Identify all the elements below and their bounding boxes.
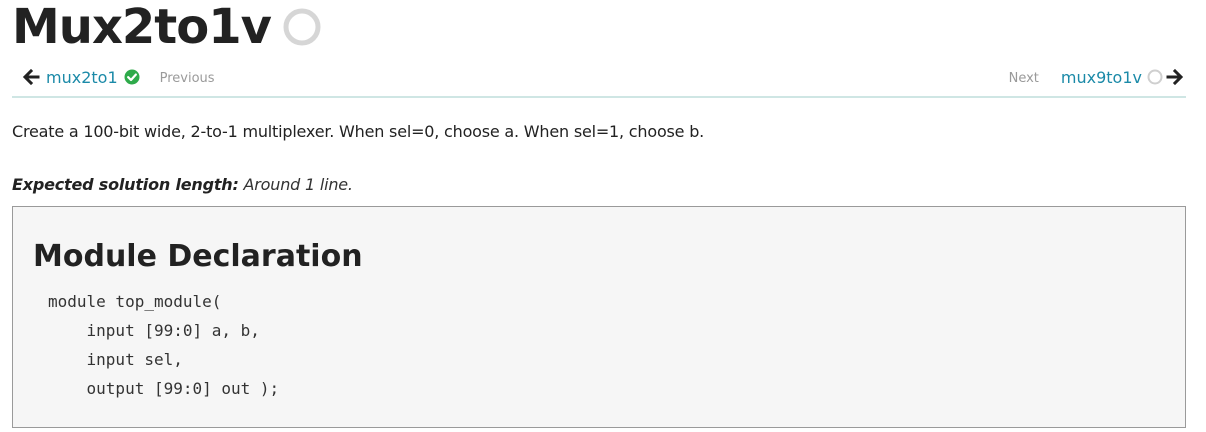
module-declaration-heading: Module Declaration	[33, 239, 363, 274]
problem-navigation: mux2to1 Previous Next mux9to1v	[12, 58, 1186, 98]
code-line: input sel,	[48, 350, 183, 369]
next-problem-link[interactable]: mux9to1v	[1061, 68, 1142, 87]
expected-value: Around 1 line.	[238, 175, 353, 194]
code-line: module top_module(	[48, 292, 222, 311]
module-code: module top_module( input [99:0] a, b, in…	[48, 287, 279, 403]
expected-label: Expected solution length:	[12, 175, 239, 194]
page-title: Mux2to1v	[12, 0, 272, 55]
next-hint: Next	[1008, 70, 1039, 86]
module-declaration-box: Module Declaration module top_module( in…	[12, 206, 1186, 428]
nav-previous: mux2to1 Previous	[22, 66, 215, 88]
check-circle-icon	[124, 69, 140, 85]
title-row: Mux2to1v	[12, 0, 1186, 54]
empty-circle-icon	[1147, 69, 1163, 85]
code-line: output [99:0] out );	[48, 379, 280, 398]
arrow-right-icon[interactable]	[1166, 68, 1184, 86]
expected-solution-length: Expected solution length: Around 1 line.	[12, 173, 1186, 197]
arrow-left-icon[interactable]	[22, 68, 40, 86]
unsolved-status-icon	[283, 8, 321, 46]
nav-next: Next mux9to1v	[1009, 66, 1184, 88]
previous-hint: Previous	[159, 70, 215, 86]
problem-page: Mux2to1v mux2to1 Previous Next mux9to1v	[12, 0, 1186, 428]
previous-problem-link[interactable]: mux2to1	[46, 68, 118, 87]
code-line: input [99:0] a, b,	[48, 321, 260, 340]
problem-description: Create a 100-bit wide, 2-to-1 multiplexe…	[12, 122, 705, 141]
